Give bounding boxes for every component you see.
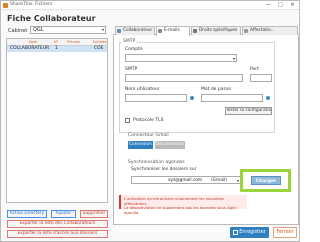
title-bar: ShareThis: Fichiers — □ ✕ — [1, 1, 299, 10]
sync-account-type: (Gmail) — [211, 178, 227, 183]
port-input[interactable] — [250, 74, 272, 82]
emails-tab-panel: SMTP Compte ▾ SMTP Port Nom utilisateur … — [113, 36, 299, 225]
gmail-connect-button[interactable]: Connexion — [128, 141, 153, 149]
export-folder-access-button[interactable]: Exporter la liste d'accès aux dossiers — [7, 230, 108, 238]
load-button[interactable]: Charger — [251, 176, 281, 185]
gmail-disconnect-button[interactable]: Déconnexion — [155, 141, 185, 149]
chevron-down-icon: ▾ — [101, 27, 104, 32]
account-select[interactable]: ▾ — [125, 54, 237, 62]
warning-line-2: La désactivation ne supprimera pas les d… — [124, 205, 237, 215]
user-icon — [117, 29, 121, 33]
gmail-connector-title: Connecteur Gmail — [128, 133, 169, 138]
save-icon — [233, 230, 238, 235]
sync-account-select[interactable]: xyz@gmail.com (Gmail) ▾ — [131, 176, 241, 184]
port-label: Port — [250, 67, 259, 72]
save-label: Enregistrer — [239, 230, 266, 235]
cell-initials: COE — [94, 46, 104, 51]
cabinet-label: Cabinet — [8, 28, 28, 34]
page-title: Fiche Collaborateur — [7, 14, 96, 23]
sync-title: Synchronisation agendas — [128, 160, 185, 165]
col-header-firstname[interactable]: Prénom — [67, 40, 80, 44]
tab-collaborateur[interactable]: Collaborateur — [115, 26, 155, 35]
chevron-down-icon: ▾ — [232, 56, 235, 61]
cell-number: 1 — [55, 46, 58, 51]
cabinet-value: QGL — [33, 27, 44, 33]
tab-label: E-mails — [164, 28, 180, 33]
chevron-down-icon: ▾ — [236, 178, 239, 183]
minimize-button[interactable]: — — [263, 1, 274, 9]
tls-checkbox[interactable] — [125, 118, 130, 123]
username-input[interactable] — [125, 94, 187, 102]
tab-bar: Collaborateur E-mails Droits spécifiques… — [113, 25, 299, 36]
export-collaborators-button[interactable]: Exporter la liste des Collaborateurs — [7, 220, 108, 228]
password-input[interactable] — [201, 94, 263, 102]
app-window: ShareThis: Fichiers — □ ✕ Fiche Collabor… — [0, 0, 300, 242]
sync-folders-label: Synchroniser les dossiers sur — [131, 167, 197, 172]
smtp-group-title: SMTP — [122, 39, 137, 44]
info-icon[interactable] — [190, 96, 194, 100]
collaborators-table: Nom N° Prénom Initiales COLLABORATEUR 1 … — [6, 38, 108, 203]
active-directory-button[interactable]: Active Directory — [7, 210, 47, 218]
list-icon — [244, 29, 248, 33]
add-button[interactable]: Ajouter — [51, 210, 76, 218]
username-label: Nom utilisateur — [125, 87, 160, 92]
delete-button[interactable]: Supprimer — [80, 210, 108, 218]
password-label: Mot de passe — [201, 87, 231, 92]
save-button[interactable]: Enregistrer — [230, 227, 269, 238]
account-label: Compte — [125, 47, 143, 52]
smtp-server-input[interactable] — [125, 74, 243, 82]
tab-label: Droits spécifiques — [199, 28, 238, 33]
tab-label: Affectatio... — [250, 28, 275, 33]
envelope-icon — [158, 29, 162, 33]
close-window-button[interactable]: ✕ — [287, 1, 298, 9]
col-header-name[interactable]: Nom — [29, 40, 37, 44]
tab-specific-rights[interactable]: Droits spécifiques — [191, 26, 241, 35]
table-row[interactable]: COLLABORATEUR 1 COE — [7, 46, 107, 52]
key-icon — [193, 29, 197, 33]
window-title: ShareThis: Fichiers — [10, 2, 53, 7]
cell-name: COLLABORATEUR — [10, 46, 50, 51]
tab-assignments[interactable]: Affectatio... — [242, 26, 298, 35]
show-password-icon[interactable] — [266, 96, 270, 100]
tab-emails[interactable]: E-mails — [156, 26, 190, 36]
sync-account-value: xyz@gmail.com — [168, 178, 203, 183]
tab-label: Collaborateur — [123, 28, 153, 33]
close-button[interactable]: Fermer — [273, 227, 297, 238]
test-configuration-button[interactable]: Tester la configuration — [225, 107, 272, 115]
cabinet-select[interactable]: QGL ▾ — [30, 26, 106, 34]
col-header-initials[interactable]: Initiales — [93, 40, 107, 44]
col-header-number[interactable]: N° — [54, 40, 58, 44]
tls-label: Protocole TLS — [133, 118, 164, 123]
table-header: Nom N° Prénom Initiales — [7, 39, 107, 46]
maximize-button[interactable]: □ — [275, 1, 286, 9]
sync-warning: L'activation synchronisera uniquement le… — [119, 195, 247, 215]
app-icon — [3, 3, 8, 8]
smtp-label: SMTP — [125, 67, 138, 72]
